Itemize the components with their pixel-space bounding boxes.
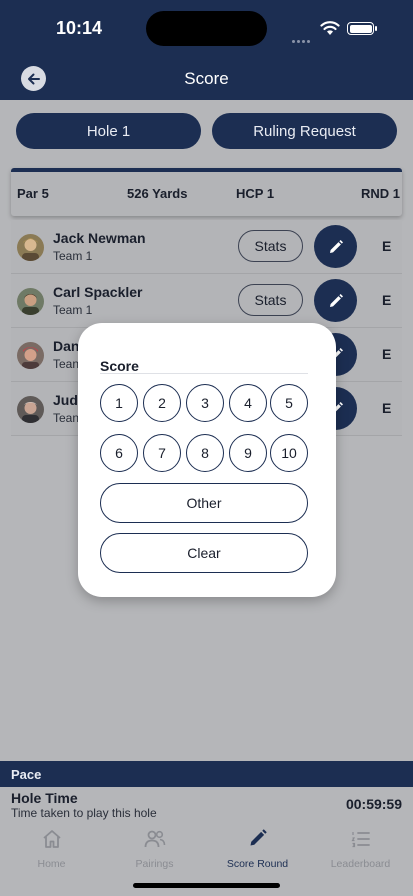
tab-home-label: Home <box>37 858 66 870</box>
edit-score-button[interactable] <box>314 279 357 322</box>
score-option-1[interactable]: 1 <box>100 384 138 422</box>
score-option-5[interactable]: 5 <box>270 384 308 422</box>
cellular-icon <box>292 30 314 43</box>
score-option-4[interactable]: 4 <box>229 384 267 422</box>
hole-timer: 00:59:59 <box>345 796 402 812</box>
score-option-8[interactable]: 8 <box>186 434 224 472</box>
tab-score-round[interactable]: Score Round <box>206 828 309 870</box>
score-option-7[interactable]: 7 <box>143 434 181 472</box>
tab-home[interactable]: Home <box>0 828 103 870</box>
divider <box>100 373 308 374</box>
player-score: E <box>382 238 392 254</box>
status-time: 10:14 <box>56 18 103 38</box>
player-name: Jack Newman <box>53 230 146 246</box>
stats-button[interactable]: Stats <box>238 284 303 316</box>
score-option-10[interactable]: 10 <box>270 434 308 472</box>
hole-tabs: Hole 1 Ruling Request <box>0 100 413 166</box>
tab-pairings-label: Pairings <box>135 858 174 870</box>
tab-leaderboard[interactable]: Leaderboard <box>309 828 412 870</box>
round-label: RND 1 <box>361 186 401 201</box>
tab-pairings[interactable]: Pairings <box>103 828 206 870</box>
player-team: Tean <box>53 357 80 371</box>
player-name: Dan <box>53 338 80 354</box>
hcp-label: HCP 1 <box>236 186 275 201</box>
status-bar: 10:14 <box>0 0 413 56</box>
nav-bar: Score <box>0 56 413 100</box>
player-score: E <box>382 400 392 416</box>
tab-leaderboard-label: Leaderboard <box>330 858 391 870</box>
par-label: Par 5 <box>17 186 49 201</box>
tab-score-round-label: Score Round <box>226 858 289 870</box>
avatar <box>17 342 44 369</box>
hole-button[interactable]: Hole 1 <box>16 113 201 149</box>
score-option-2[interactable]: 2 <box>143 384 181 422</box>
hole-info-bar: Par 5 526 Yards HCP 1 RND 1 <box>11 168 402 216</box>
pencil-icon <box>329 239 343 253</box>
edit-score-button[interactable] <box>314 225 357 268</box>
score-option-3[interactable]: 3 <box>186 384 224 422</box>
pencil-icon <box>329 293 343 307</box>
stats-button[interactable]: Stats <box>238 230 303 262</box>
hole-time-section: Hole Time Time taken to play this hole 0… <box>0 787 413 823</box>
player-row: Carl Spackler Team 1 Stats E <box>11 274 402 328</box>
player-team: Team 1 <box>53 249 93 263</box>
dynamic-island <box>146 11 267 46</box>
wifi-icon <box>320 21 340 35</box>
player-score: E <box>382 292 392 308</box>
battery-icon <box>347 22 377 35</box>
player-score: E <box>382 346 392 362</box>
score-option-9[interactable]: 9 <box>229 434 267 472</box>
avatar <box>17 396 44 423</box>
avatar <box>17 288 44 315</box>
avatar <box>17 234 44 261</box>
player-team: Tean <box>53 411 80 425</box>
score-option-6[interactable]: 6 <box>100 434 138 472</box>
player-team: Team 1 <box>53 303 93 317</box>
pencil-icon <box>250 829 267 846</box>
other-button[interactable]: Other <box>100 483 308 523</box>
hole-time-subtitle: Time taken to play this hole <box>11 806 157 820</box>
list-icon <box>350 832 370 848</box>
yards-label: 526 Yards <box>127 186 188 201</box>
player-name: Jud <box>53 392 78 408</box>
pace-header: Pace <box>0 761 413 787</box>
home-icon <box>42 830 61 848</box>
hole-time-title: Hole Time <box>11 790 78 806</box>
clear-button[interactable]: Clear <box>100 533 308 573</box>
player-row: Jack Newman Team 1 Stats E <box>11 220 402 274</box>
page-title: Score <box>184 69 229 88</box>
score-modal: Score 1 2 3 4 5 6 7 8 9 10 Other Clear <box>78 323 336 597</box>
modal-title: Score <box>100 358 139 374</box>
player-name: Carl Spackler <box>53 284 143 300</box>
people-icon <box>144 830 165 848</box>
ruling-request-button[interactable]: Ruling Request <box>212 113 397 149</box>
home-indicator <box>133 883 280 888</box>
